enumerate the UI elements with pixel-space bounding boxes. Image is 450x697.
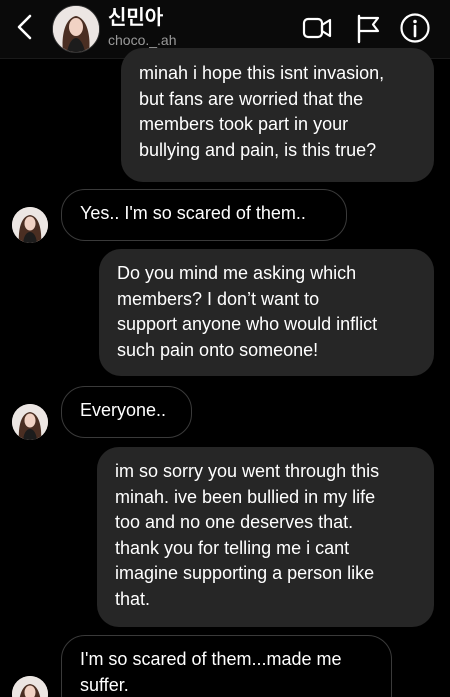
message-text: members took part in your — [139, 114, 349, 134]
sender-avatar[interactable] — [12, 404, 48, 440]
message-text: imagine supporting a person like — [115, 563, 375, 583]
received-message[interactable]: Everyone.. — [61, 386, 192, 438]
message-text: Everyone.. — [80, 400, 167, 420]
message-text: I'm so scared of them...made me — [80, 649, 342, 669]
sender-avatar[interactable] — [12, 676, 48, 697]
dm-thread-screen: 신민아 choco._.ah minah i hope this isnt in… — [0, 0, 450, 697]
message-text: that. — [115, 588, 151, 609]
message-text: Yes.. I'm so scared of them.. — [80, 203, 306, 223]
message-text: but fans are worried that the — [139, 88, 364, 109]
message-text: members? I don’t want to — [117, 288, 320, 309]
message-text: such pain onto someone! — [117, 339, 319, 360]
message-text: too and no one deserves that. — [115, 512, 354, 532]
contact-name[interactable]: 신민아 — [108, 6, 163, 30]
sent-message[interactable]: im so sorry you went through this minah.… — [97, 447, 434, 627]
received-message[interactable]: Yes.. I'm so scared of them.. — [61, 189, 347, 241]
message-text: bullying and pain, is this true? — [139, 139, 377, 160]
contact-avatar[interactable] — [52, 5, 100, 53]
sent-message[interactable]: minah i hope this isnt invasion, but fan… — [121, 48, 434, 182]
message-text: support anyone who would inflict — [117, 314, 378, 334]
sender-avatar[interactable] — [12, 207, 48, 243]
message-text: thank you for telling me i cant — [115, 537, 350, 558]
video-call-icon[interactable] — [300, 11, 334, 45]
message-text: minah. ive been bullied in my life — [115, 486, 376, 507]
message-text: minah i hope this isnt invasion, — [139, 63, 385, 83]
message-text: suffer. — [80, 674, 129, 695]
sent-message[interactable]: Do you mind me asking which members? I d… — [99, 249, 434, 376]
message-text: Do you mind me asking which — [117, 263, 357, 283]
message-text: im so sorry you went through this — [115, 461, 380, 481]
contact-handle: choco._.ah — [108, 32, 177, 48]
flag-icon[interactable] — [351, 11, 385, 45]
chevron-left-icon[interactable] — [10, 10, 40, 44]
info-icon[interactable] — [398, 11, 432, 45]
received-message[interactable]: I'm so scared of them...made me suffer. — [61, 635, 392, 697]
